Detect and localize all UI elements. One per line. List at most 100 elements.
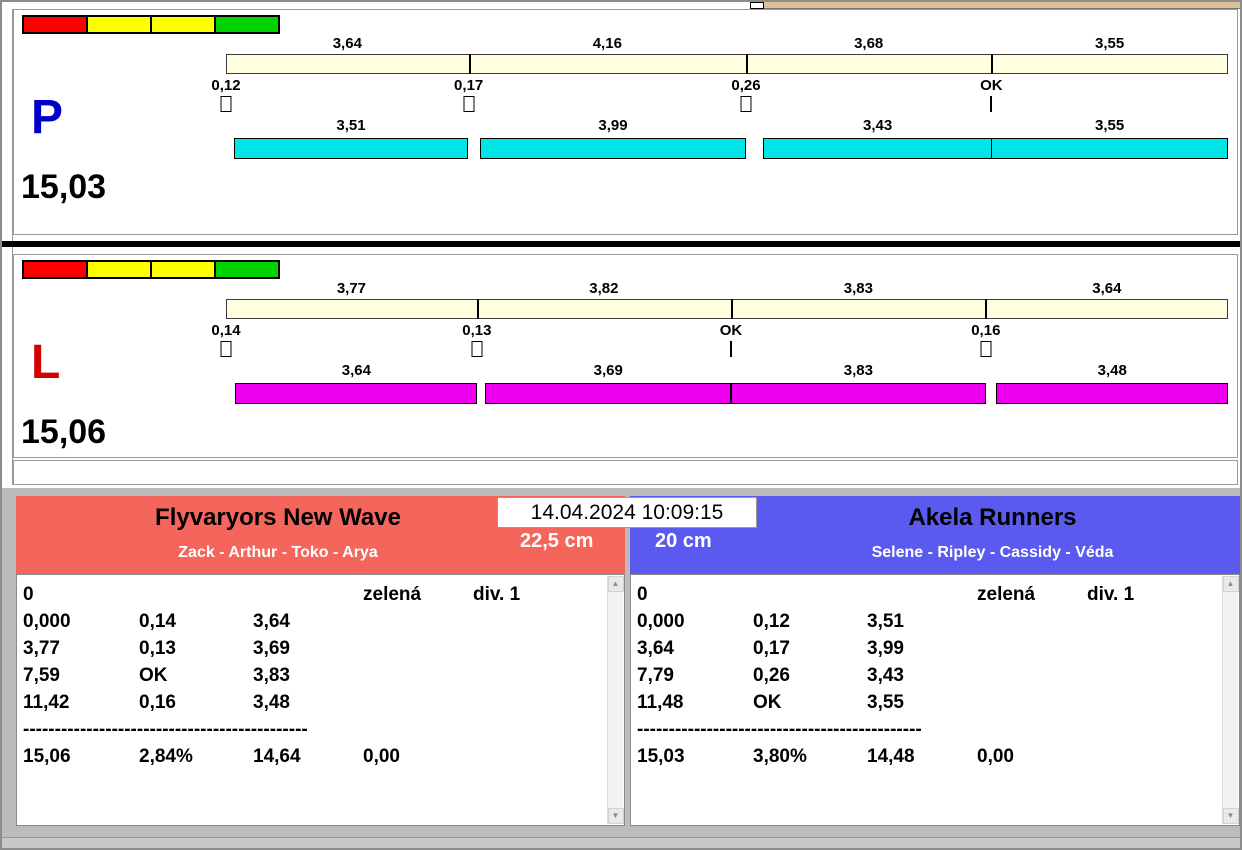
scrollbar[interactable]: ▲ ▼ bbox=[1222, 576, 1238, 824]
run-time: 3,43 bbox=[763, 117, 992, 134]
lane-label: L bbox=[31, 339, 60, 387]
lane-panel-right: P 15,03 3,64 4,16 3,68 3,55 0,12 0,17 0,… bbox=[13, 9, 1238, 235]
cumulative-time: 7,59 bbox=[23, 662, 139, 689]
run-segment bbox=[480, 138, 746, 159]
split-marker bbox=[990, 96, 992, 112]
leg-time: 4,16 bbox=[469, 35, 746, 52]
start-light-red bbox=[22, 15, 88, 34]
table-row: 0,000 0,12 3,51 bbox=[637, 608, 1217, 635]
leg-times-row: 3,77 3,82 3,83 3,64 bbox=[226, 280, 1228, 298]
cross-time: 0,26 bbox=[753, 662, 867, 689]
top-strip-right bbox=[764, 2, 1240, 9]
leg-time: 3,64 bbox=[226, 35, 469, 52]
split-time: 0,17 bbox=[454, 77, 483, 94]
loss-percent: 2,84% bbox=[139, 743, 253, 770]
table-info-row: 0 zelená div. 1 bbox=[23, 581, 602, 608]
split-markers-row bbox=[226, 341, 1228, 358]
jump-height-right: 20 cm bbox=[655, 530, 712, 553]
split-time: 0,13 bbox=[462, 322, 491, 339]
run-segment bbox=[234, 138, 468, 159]
cross-time: 0,16 bbox=[139, 689, 253, 716]
split-time: 0,16 bbox=[971, 322, 1000, 339]
run-time: 3,69 bbox=[485, 362, 731, 379]
dog-time: 3,64 bbox=[253, 608, 363, 635]
net-time: 14,48 bbox=[867, 743, 977, 770]
total-time: 15,06 bbox=[23, 743, 139, 770]
leg-times-row: 3,64 4,16 3,68 3,55 bbox=[226, 35, 1228, 53]
team-panel-right: Akela Runners Selene - Ripley - Cassidy … bbox=[630, 496, 1240, 826]
status-bar bbox=[2, 837, 1240, 848]
table-row: 3,77 0,13 3,69 bbox=[23, 635, 602, 662]
start-lights bbox=[22, 260, 280, 279]
total-time-bar bbox=[226, 54, 1228, 74]
table-row: 11,48 OK 3,55 bbox=[637, 689, 1217, 716]
start-light-yellow-1 bbox=[86, 260, 152, 279]
start-lights bbox=[22, 15, 280, 34]
scroll-up-icon[interactable]: ▲ bbox=[608, 576, 624, 592]
table-summary-row: 15,03 3,80% 14,48 0,00 bbox=[637, 743, 1217, 770]
dog-time: 3,51 bbox=[867, 608, 977, 635]
scrollbar[interactable]: ▲ ▼ bbox=[607, 576, 623, 824]
status-label: zelená bbox=[363, 581, 473, 608]
penalty: 0,00 bbox=[977, 743, 1087, 770]
separator-dashes: ----------------------------------------… bbox=[637, 716, 1217, 743]
results-table: 0 zelená div. 1 0,000 0,12 3,51 3,64 0,1… bbox=[630, 574, 1240, 826]
start-light-green bbox=[214, 15, 280, 34]
heat-number: 0 bbox=[637, 581, 753, 608]
bar-tick bbox=[991, 54, 993, 74]
division-label: div. 1 bbox=[473, 581, 602, 608]
run-segment bbox=[235, 383, 477, 404]
leg-time: 3,82 bbox=[477, 280, 731, 297]
split-markers-row bbox=[226, 96, 1228, 113]
total-time: 15,03 bbox=[637, 743, 753, 770]
split-marker bbox=[741, 96, 752, 112]
leg-time: 3,64 bbox=[986, 280, 1228, 297]
lane-panel-left: L 15,06 3,77 3,82 3,83 3,64 0,14 0,13 OK… bbox=[13, 254, 1238, 458]
split-marker bbox=[730, 341, 732, 357]
dog-time: 3,55 bbox=[867, 689, 977, 716]
scroll-down-icon[interactable]: ▼ bbox=[1223, 808, 1239, 824]
empty-strip bbox=[13, 460, 1238, 485]
cross-time: 0,13 bbox=[139, 635, 253, 662]
cross-time: 0,12 bbox=[753, 608, 867, 635]
lane-total-time: 15,03 bbox=[21, 170, 106, 204]
split-time: OK bbox=[980, 77, 1003, 94]
cumulative-time: 0,000 bbox=[637, 608, 753, 635]
leg-time: 3,55 bbox=[991, 35, 1228, 52]
top-strip-left bbox=[2, 2, 750, 9]
cross-time: OK bbox=[139, 662, 253, 689]
division-label: div. 1 bbox=[1087, 581, 1217, 608]
run-bar bbox=[226, 138, 1228, 159]
run-segment bbox=[763, 138, 992, 159]
split-time: 0,12 bbox=[211, 77, 240, 94]
run-segment bbox=[996, 383, 1228, 404]
lane-track: 3,64 4,16 3,68 3,55 0,12 0,17 0,26 OK bbox=[226, 35, 1228, 159]
split-marker bbox=[980, 341, 991, 357]
scroll-down-icon[interactable]: ▼ bbox=[608, 808, 624, 824]
start-light-green bbox=[214, 260, 280, 279]
scroll-up-icon[interactable]: ▲ bbox=[1223, 576, 1239, 592]
run-time: 3,64 bbox=[235, 362, 477, 379]
start-light-yellow-2 bbox=[150, 15, 216, 34]
split-times-row: 0,14 0,13 OK 0,16 bbox=[226, 322, 1228, 339]
bar-tick bbox=[469, 54, 471, 74]
table-separator-row: ----------------------------------------… bbox=[637, 716, 1217, 743]
start-light-red bbox=[22, 260, 88, 279]
window-top-strip bbox=[2, 2, 1240, 9]
cross-time: 0,17 bbox=[753, 635, 867, 662]
total-time-bar bbox=[226, 299, 1228, 319]
split-times-row: 0,12 0,17 0,26 OK bbox=[226, 77, 1228, 94]
status-label: zelená bbox=[977, 581, 1087, 608]
teams-section: 14.04.2024 10:09:15 22,5 cm 20 cm Flyvar… bbox=[2, 488, 1240, 840]
leg-time: 3,77 bbox=[226, 280, 477, 297]
cross-time: 0,14 bbox=[139, 608, 253, 635]
split-marker bbox=[471, 341, 482, 357]
penalty: 0,00 bbox=[363, 743, 473, 770]
start-light-yellow-2 bbox=[150, 260, 216, 279]
net-time: 14,64 bbox=[253, 743, 363, 770]
run-bar bbox=[226, 383, 1228, 404]
table-row: 7,79 0,26 3,43 bbox=[637, 662, 1217, 689]
run-time: 3,48 bbox=[996, 362, 1228, 379]
heat-number: 0 bbox=[23, 581, 139, 608]
leg-time: 3,68 bbox=[746, 35, 991, 52]
